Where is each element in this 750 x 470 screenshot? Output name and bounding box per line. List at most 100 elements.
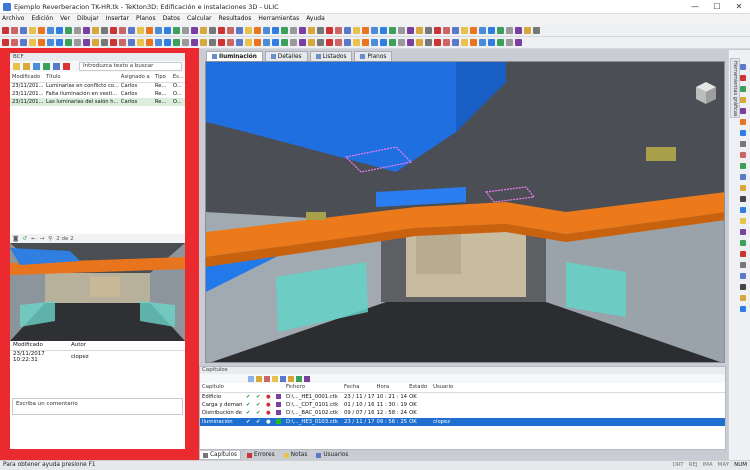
palette-tool-icon[interactable] <box>740 64 746 70</box>
palette-tool-icon[interactable] <box>740 130 746 136</box>
new-chapter-icon[interactable] <box>248 375 254 382</box>
import-icon[interactable] <box>53 63 60 70</box>
toolbar-tool-icon[interactable] <box>272 27 279 34</box>
menu-calcular[interactable]: Calcular <box>187 15 211 22</box>
grid-icon[interactable] <box>304 375 310 382</box>
toolbar-tool-icon[interactable] <box>245 27 252 34</box>
toolbar-tool-icon[interactable] <box>254 27 261 34</box>
toolbar-tool-icon[interactable] <box>299 27 306 34</box>
zoom-icon[interactable]: ⚲ <box>48 236 52 242</box>
table-row[interactable]: 23/11/201... Las luminarias del salón h.… <box>10 98 185 106</box>
toolbar-tool-icon[interactable] <box>380 27 387 34</box>
menu-ayuda[interactable]: Ayuda <box>306 15 325 22</box>
toolbar-tool-icon[interactable] <box>173 27 180 34</box>
toolbar-tool-icon[interactable] <box>236 39 243 46</box>
table-row[interactable]: Edificio ✔ ✔ ● D:\..._HE1_0001.ctk 23 / 11 / … <box>200 392 725 401</box>
toolbar-tool-icon[interactable] <box>281 27 288 34</box>
toolbar-tool-icon[interactable] <box>497 39 504 46</box>
toolbar-tool-icon[interactable] <box>182 39 189 46</box>
toolbar-tool-icon[interactable] <box>380 39 387 46</box>
palette-tool-icon[interactable] <box>740 295 746 301</box>
toolbar-tool-icon[interactable] <box>308 27 315 34</box>
toolbar-tool-icon[interactable] <box>2 27 9 34</box>
toolbar-tool-icon[interactable] <box>209 27 216 34</box>
open-icon[interactable] <box>23 63 30 70</box>
toolbar-tool-icon[interactable] <box>497 27 504 34</box>
graphic-tools-tab[interactable]: Herramientas gráficas <box>730 58 740 118</box>
toolbar-tool-icon[interactable] <box>452 27 459 34</box>
new-issue-icon[interactable] <box>13 63 20 70</box>
table-row[interactable]: Iluminación ✔ ✔ ● D:\..._HE3_0103.ctk 23 / 11… <box>200 417 725 426</box>
toolbar-tool-icon[interactable] <box>506 39 513 46</box>
toolbar-tool-icon[interactable] <box>11 27 18 34</box>
refresh-icon[interactable] <box>43 63 50 70</box>
tab-usuarios[interactable]: Usuarios <box>313 451 351 460</box>
toolbar-tool-icon[interactable] <box>29 27 36 34</box>
toolbar-tool-icon[interactable] <box>146 39 153 46</box>
next-arrow-icon[interactable]: → <box>40 236 45 242</box>
toolbar-tool-icon[interactable] <box>65 39 72 46</box>
col-status[interactable]: Es... <box>170 72 185 83</box>
toolbar-tool-icon[interactable] <box>155 27 162 34</box>
toolbar-tool-icon[interactable] <box>218 39 225 46</box>
toolbar-tool-icon[interactable] <box>335 27 342 34</box>
palette-tool-icon[interactable] <box>740 229 746 235</box>
toolbar-tool-icon[interactable] <box>38 27 45 34</box>
toolbar-tool-icon[interactable] <box>272 39 279 46</box>
toolbar-tool-icon[interactable] <box>290 27 297 34</box>
toolbar-tool-icon[interactable] <box>434 39 441 46</box>
sync-icon[interactable] <box>296 375 302 382</box>
palette-tool-icon[interactable] <box>740 163 746 169</box>
toolbar-tool-icon[interactable] <box>65 27 72 34</box>
toolbar-tool-icon[interactable] <box>245 39 252 46</box>
toolbar-tool-icon[interactable] <box>353 27 360 34</box>
toolbar-tool-icon[interactable] <box>110 39 117 46</box>
col-title[interactable]: Título <box>44 72 119 83</box>
toolbar-tool-icon[interactable] <box>416 39 423 46</box>
toolbar-tool-icon[interactable] <box>461 27 468 34</box>
toolbar-tool-icon[interactable] <box>317 39 324 46</box>
table-row[interactable]: 23/11/201... Luminarias en conflicto co.… <box>10 82 185 90</box>
palette-tool-icon[interactable] <box>740 119 746 125</box>
toolbar-tool-icon[interactable] <box>92 27 99 34</box>
toolbar-tool-icon[interactable] <box>461 39 468 46</box>
toolbar-tool-icon[interactable] <box>200 39 207 46</box>
toolbar-tool-icon[interactable] <box>389 27 396 34</box>
save-icon[interactable] <box>33 63 40 70</box>
indicator-rej[interactable]: REJ <box>689 462 698 468</box>
menu-archivo[interactable]: Archivo <box>2 15 24 22</box>
toolbar-tool-icon[interactable] <box>38 39 45 46</box>
col-chapter[interactable]: Capítulo <box>200 383 244 393</box>
tab-planos[interactable]: Planos <box>354 51 393 61</box>
lock-icon[interactable] <box>272 375 278 382</box>
toolbar-tool-icon[interactable] <box>389 39 396 46</box>
palette-tool-icon[interactable] <box>740 207 746 213</box>
palette-tool-icon[interactable] <box>740 196 746 202</box>
toolbar-tool-icon[interactable] <box>524 27 531 34</box>
close-button[interactable]: ✕ <box>728 0 750 14</box>
menu-planos[interactable]: Planos <box>136 15 156 22</box>
toolbar-tool-icon[interactable] <box>254 39 261 46</box>
toolbar-tool-icon[interactable] <box>128 27 135 34</box>
palette-tool-icon[interactable] <box>740 174 746 180</box>
remove-chapter-icon[interactable] <box>264 375 270 382</box>
toolbar-tool-icon[interactable] <box>191 27 198 34</box>
indicator-ort[interactable]: ORT <box>672 462 683 468</box>
toolbar-tool-icon[interactable] <box>371 39 378 46</box>
toolbar-tool-icon[interactable] <box>209 39 216 46</box>
toolbar-tool-icon[interactable] <box>200 27 207 34</box>
table-row[interactable]: Distribución de ✔ ✔ ● D:\..._BAC_0102.ctk 09 … <box>200 409 725 418</box>
comment-input[interactable]: Escriba un comentario <box>12 397 183 415</box>
menu-ver[interactable]: Ver <box>60 15 70 22</box>
toolbar-tool-icon[interactable] <box>119 27 126 34</box>
toolbar-tool-icon[interactable] <box>227 39 234 46</box>
tab-notas[interactable]: Notas <box>281 451 311 460</box>
toolbar-tool-icon[interactable] <box>20 39 27 46</box>
calc-icon[interactable] <box>280 375 286 382</box>
minimize-button[interactable]: — <box>684 0 706 14</box>
toolbar-tool-icon[interactable] <box>452 39 459 46</box>
palette-tool-icon[interactable] <box>740 262 746 268</box>
comment-col-author[interactable]: Autor <box>68 341 185 351</box>
toolbar-tool-icon[interactable] <box>191 39 198 46</box>
maximize-button[interactable]: ☐ <box>706 0 728 14</box>
